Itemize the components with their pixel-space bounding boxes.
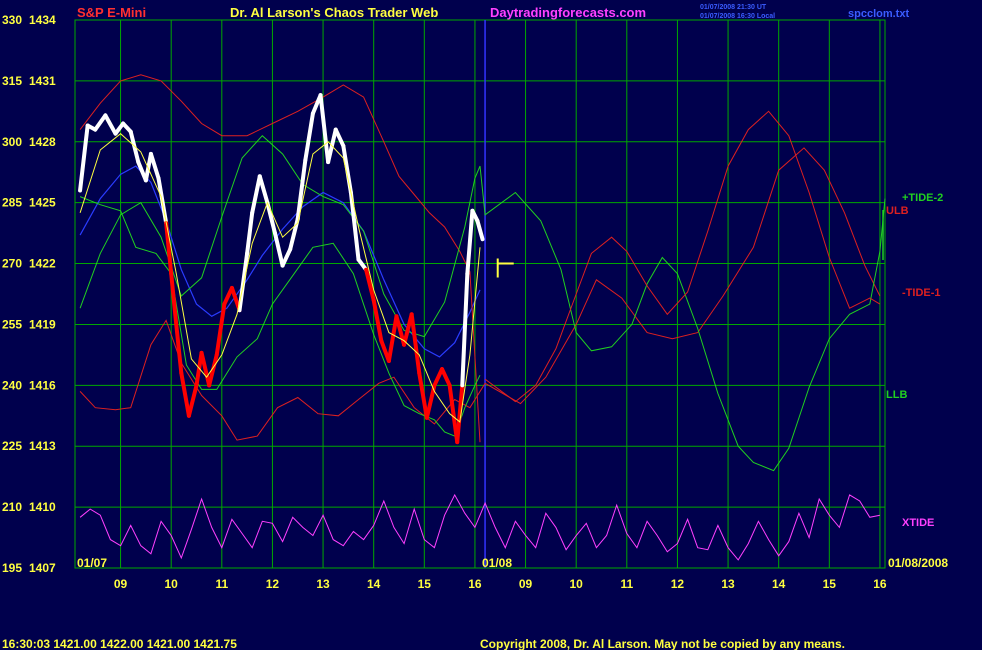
date-label-start: 01/07: [77, 556, 107, 570]
y-tick-label-right: 1431: [29, 74, 56, 88]
y-tick-label-right: 1425: [29, 196, 56, 210]
x-tick-label: 11: [215, 577, 228, 591]
x-tick-label: 12: [671, 577, 685, 591]
y-tick-label-left: 270: [2, 257, 22, 271]
y-tick-label-right: 1413: [29, 439, 56, 453]
x-tick-label: 12: [266, 577, 280, 591]
y-tick-label-left: 240: [2, 378, 22, 392]
x-tick-label: 15: [418, 577, 432, 591]
y-tick-label-left: 195: [2, 561, 22, 575]
y-tick-label-left: 330: [2, 13, 22, 27]
date-label-mid: 01/08: [482, 556, 512, 570]
x-tick-label: 10: [570, 577, 584, 591]
y-tick-label-left: 225: [2, 439, 22, 453]
y-tick-label-right: 1428: [29, 135, 56, 149]
date-label-end: 01/08/2008: [888, 556, 948, 570]
y-tick-label-right: 1434: [29, 13, 56, 27]
copyright-notice: Copyright 2008, Dr. Al Larson. May not b…: [480, 637, 845, 650]
legend-tide2: +TIDE-2: [902, 192, 943, 204]
y-tick-label-left: 315: [2, 74, 22, 88]
chaos-trader-chart: 330 1434 315 1431 300 1428 285 1425 270 1422 255 14…: [0, 0, 982, 650]
x-tick-label: 15: [823, 577, 837, 591]
x-tick-label: 13: [721, 577, 735, 591]
x-tick-label: 13: [316, 577, 330, 591]
website-link[interactable]: Daytradingforecasts.com: [490, 5, 646, 20]
y-tick-label-left: 300: [2, 135, 22, 149]
legend-ulb: ULB: [886, 205, 909, 217]
y-tick-label-right: 1410: [29, 500, 56, 514]
legend-llb: LLB: [886, 389, 907, 401]
x-tick-label: 16: [468, 577, 482, 591]
x-tick-label: 14: [772, 577, 786, 591]
x-tick-label: 11: [620, 577, 633, 591]
y-tick-label-left: 255: [2, 317, 22, 331]
x-tick-label: 09: [114, 577, 128, 591]
quote-readout: 16:30:03 1421.00 1422.00 1421.00 1421.75: [2, 637, 237, 650]
timestamp-local: 01/07/2008 16:30 Local: [700, 13, 775, 20]
y-tick-label-left: 210: [2, 500, 22, 514]
legend-tide1: -TIDE-1: [902, 287, 941, 299]
x-tick-label: 14: [367, 577, 381, 591]
chart-background: [0, 0, 982, 650]
y-tick-label-right: 1422: [29, 257, 56, 271]
y-tick-label-left: 285: [2, 196, 22, 210]
y-tick-label-right: 1416: [29, 378, 56, 392]
x-tick-label: 09: [519, 577, 533, 591]
legend-xtide: XTIDE: [902, 517, 934, 529]
chart-title: Dr. Al Larson's Chaos Trader Web: [230, 5, 438, 20]
x-tick-label: 16: [873, 577, 887, 591]
y-tick-label-right: 1419: [29, 317, 56, 331]
data-filename: spcclom.txt: [848, 8, 909, 20]
timestamp-ut: 01/07/2008 21:30 UT: [700, 4, 767, 11]
x-tick-label: 10: [165, 577, 179, 591]
y-tick-label-right: 1407: [29, 561, 56, 575]
instrument-title: S&P E-Mini: [77, 5, 146, 20]
